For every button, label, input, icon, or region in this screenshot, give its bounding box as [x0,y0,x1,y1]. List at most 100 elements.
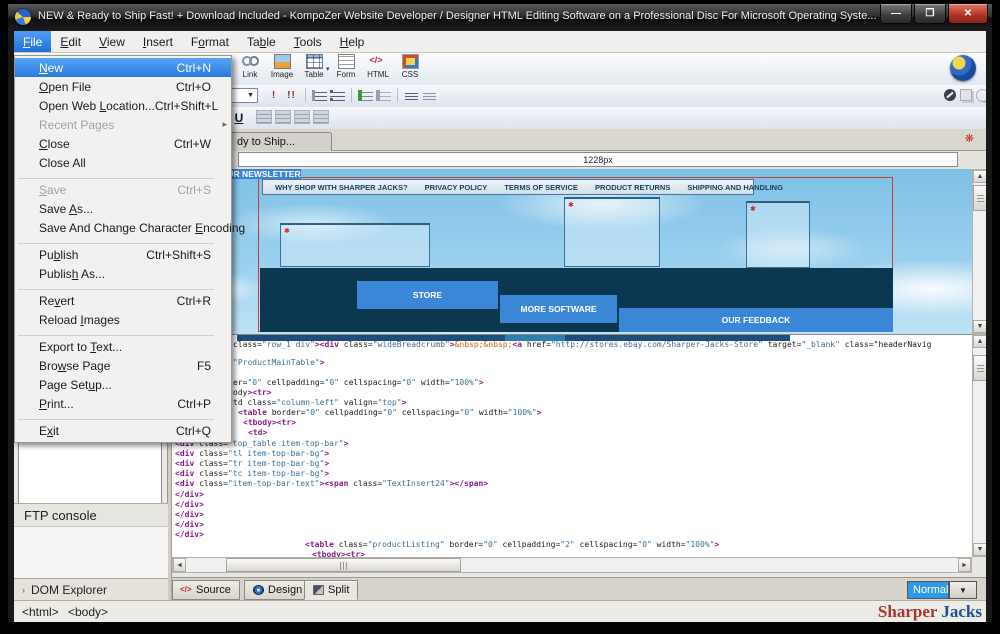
numbered-list-icon[interactable] [312,88,327,102]
strong-emphasis-icon[interactable]: !! [284,88,299,102]
menu-bar-item[interactable]: Help [331,31,374,52]
source-code-line[interactable]: </div> [175,510,204,519]
source-code-line[interactable]: <tbody><tr> [312,550,365,557]
table-align-left-icon[interactable] [256,110,272,124]
source-code-line[interactable]: <div class="item-top-bar-text"><span cla… [175,479,488,488]
source-code-line[interactable]: <table border="0" cellpadding="0" cellsp… [238,408,542,417]
menu-bar-item[interactable]: View [90,31,134,52]
file-menu-item[interactable]: Reload Images [15,310,231,329]
scroll-up-icon[interactable]: ▲ [973,170,987,183]
source-code-line[interactable]: er="0" cellpadding="0" cellspacing="0" w… [233,378,484,387]
menu-bar-item[interactable]: Tools [285,31,331,52]
status-tag-body[interactable]: <body> [68,605,108,619]
table-align-justify-icon[interactable] [313,110,329,124]
title-bar[interactable]: NEW & Ready to Ship Fast! + Download Inc… [8,4,992,31]
toolbar-button[interactable]: CSS [396,54,424,83]
menu-bar-item[interactable]: Insert [134,31,182,52]
source-code-line[interactable]: ody><tr> [233,388,272,397]
source-code-line[interactable]: "ProductMainTable"> [233,358,325,367]
file-menu-item[interactable]: Close Ctrl+W [15,134,231,153]
scroll-thumb[interactable] [973,185,987,211]
file-menu-item[interactable]: Export to Text... [15,337,231,356]
file-menu-item[interactable] [18,413,228,421]
file-menu-item[interactable]: Close All [15,153,231,172]
page-button[interactable]: STORE [357,281,498,309]
emphasis-icon[interactable]: ! [266,88,281,102]
toolbar-button[interactable]: Form [332,54,360,83]
file-menu-item[interactable] [18,172,228,180]
scroll-thumb[interactable] [973,355,987,381]
broken-image-placeholder[interactable]: ✱ [746,201,810,268]
view-mode-tab[interactable]: Split [304,580,358,600]
file-menu-item[interactable]: Save Ctrl+S [15,180,231,199]
table-align-center-icon[interactable] [275,110,291,124]
document-tab[interactable]: dy to Ship... [228,132,332,151]
page-button[interactable]: OUR FEEDBACK [619,308,893,332]
file-menu-item[interactable] [18,283,228,291]
file-menu-item[interactable]: Recent Pages ▸ [15,115,231,134]
page-nav-link[interactable]: PRIVACY POLICY [425,183,488,192]
source-view[interactable]: class="row_1 div"><div class="wideBreadc… [172,334,972,557]
source-code-line[interactable]: </div> [175,520,204,529]
file-menu-item[interactable]: Open Web Location... Ctrl+Shift+L [15,96,231,115]
source-code-line[interactable]: <table class="productListing" border="0"… [305,540,719,549]
file-menu-item[interactable]: Browse Page F5 [15,356,231,375]
page-nav-link[interactable]: PRODUCT RETURNS [595,183,670,192]
page-nav-link[interactable]: WHY SHOP WITH SHARPER JACKS? [275,183,408,192]
broken-image-placeholder[interactable]: ✱ [564,197,660,267]
scroll-down-icon[interactable]: ▼ [973,543,987,556]
no-edit-icon[interactable] [944,89,956,101]
file-menu-item[interactable] [18,237,228,245]
file-menu-item[interactable]: Publish As... [15,264,231,283]
zoom-level-select[interactable]: Normal [907,581,949,599]
align-left-icon[interactable] [404,88,419,102]
scroll-right-icon[interactable]: ► [958,558,971,572]
bullet-list-icon[interactable] [330,88,345,102]
paragraph-format-dropdown[interactable]: ▼ [228,88,258,103]
zoom-dropdown-arrow[interactable]: ▼ [949,581,977,599]
toolbar-button[interactable]: Link [236,54,264,83]
dom-explorer-header[interactable]: › DOM Explorer [14,578,168,600]
source-code-line[interactable]: class="row_1 div"><div class="wideBreadc… [233,340,931,349]
source-code-line[interactable]: <div class="tc item-top-bar-bg"> [175,469,329,478]
source-code-line[interactable]: <div class="tl item-top-bar-bg"> [175,449,329,458]
file-menu-item[interactable]: Save As... [15,199,231,218]
file-menu-item[interactable] [18,329,228,337]
file-menu-item[interactable]: Publish Ctrl+Shift+S [15,245,231,264]
page-button[interactable]: MORE SOFTWARE [500,295,617,323]
source-code-line[interactable]: </div> [175,500,204,509]
toolbar-button[interactable]: HTML [364,54,392,83]
underline-button[interactable]: U [230,109,248,126]
maximize-button[interactable]: ❐ [914,4,946,24]
align-right-icon[interactable] [422,88,437,102]
page-nav-link[interactable]: TERMS OF SERVICE [504,183,578,192]
file-menu-item[interactable]: Exit Ctrl+Q [15,421,231,440]
toolbar-button[interactable]: Table [300,54,328,83]
chevron-down-icon[interactable]: ▾ [326,65,330,73]
site-manager-panel[interactable] [18,437,162,504]
file-menu-item[interactable]: Print... Ctrl+P [15,394,231,413]
menu-bar-item[interactable]: Format [182,31,238,52]
scroll-thumb[interactable] [226,558,461,572]
source-scrollbar-horizontal[interactable]: ◄ ► [172,557,972,573]
file-menu-item[interactable]: New Ctrl+N [15,58,231,77]
view-mode-tab[interactable]: Design [244,580,311,600]
broken-image-placeholder[interactable]: ✱ [280,223,430,267]
indent-less-icon[interactable] [376,88,391,102]
minimize-button[interactable]: — [880,4,912,24]
scroll-down-icon[interactable]: ▼ [973,320,987,333]
file-menu-item[interactable]: Revert Ctrl+R [15,291,231,310]
source-code-line[interactable]: </div> [175,490,204,499]
file-menu-item[interactable]: Open File Ctrl+O [15,77,231,96]
page-nav-link[interactable]: SHIPPING AND HANDLING [687,183,783,192]
source-code-line[interactable]: td class="column-left" valign="top"> [233,398,406,407]
menu-bar-item[interactable]: Edit [51,31,90,52]
layers-icon[interactable] [960,89,972,101]
view-mode-tab[interactable]: Source [172,580,240,600]
close-button[interactable]: ✕ [948,4,988,24]
toolbar-button[interactable]: Image [268,54,296,83]
source-code-line[interactable]: <td> [248,428,267,437]
menu-bar-item[interactable]: File [14,31,51,52]
ftp-console-header[interactable]: FTP console [14,503,168,527]
table-align-right-icon[interactable] [294,110,310,124]
